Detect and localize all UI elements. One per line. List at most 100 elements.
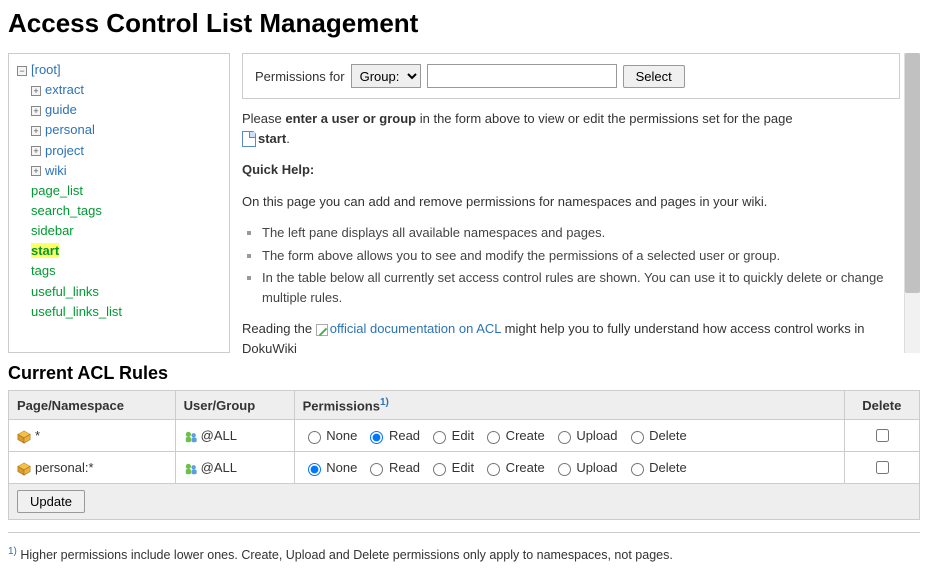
perm-option-read[interactable]: Read (365, 460, 420, 475)
expand-icon[interactable]: + (31, 146, 41, 156)
namespace-link[interactable]: personal (45, 122, 95, 137)
tree-root-label[interactable]: [root] (31, 62, 61, 77)
perm-option-edit[interactable]: Edit (428, 428, 474, 443)
delete-checkbox[interactable] (876, 461, 889, 474)
expand-icon[interactable]: + (31, 106, 41, 116)
tree-page-item[interactable]: tags (31, 261, 221, 281)
quick-help-intro: On this page you can add and remove perm… (242, 192, 900, 212)
divider (8, 532, 920, 533)
quick-help-item: The left pane displays all available nam… (262, 223, 900, 243)
namespace-link[interactable]: guide (45, 102, 77, 117)
update-row: Update (9, 484, 920, 520)
acl-header-row: Page/Namespace User/Group Permissions1) … (9, 391, 920, 420)
expand-icon[interactable]: + (31, 86, 41, 96)
usergroup-icon (184, 430, 198, 444)
page-icon (242, 131, 256, 147)
tree-page-item[interactable]: useful_links (31, 282, 221, 302)
page-link[interactable]: useful_links_list (31, 304, 122, 319)
cell-page: * (9, 420, 176, 452)
perm-radio[interactable] (308, 431, 321, 444)
collapse-icon[interactable]: − (17, 66, 27, 76)
footnote-ref[interactable]: 1) (380, 397, 389, 408)
tree-page-item[interactable]: search_tags (31, 201, 221, 221)
footnote: 1) Higher permissions include lower ones… (8, 546, 920, 562)
page-link[interactable]: useful_links (31, 284, 99, 299)
current-page-name: start (258, 131, 286, 146)
footnote-marker: 1) (8, 546, 17, 557)
page-title: Access Control List Management (8, 8, 920, 39)
tree-namespace-item[interactable]: + guide (31, 100, 221, 120)
scope-select[interactable]: Group: (351, 64, 421, 88)
permissions-form: Permissions for Group: Select (242, 53, 900, 99)
tree-page-item[interactable]: page_list (31, 181, 221, 201)
perm-option-read[interactable]: Read (365, 428, 420, 443)
principal-input[interactable] (427, 64, 617, 88)
tree-page-item[interactable]: useful_links_list (31, 302, 221, 322)
perm-radio[interactable] (487, 431, 500, 444)
namespace-link[interactable]: wiki (45, 163, 67, 178)
page-link[interactable]: tags (31, 263, 56, 278)
expand-icon[interactable]: + (31, 166, 41, 176)
namespace-link[interactable]: project (45, 143, 84, 158)
perm-option-create[interactable]: Create (482, 460, 545, 475)
tree-namespace-item[interactable]: + extract (31, 80, 221, 100)
perm-option-edit[interactable]: Edit (428, 460, 474, 475)
perm-radio[interactable] (433, 463, 446, 476)
right-panel: Permissions for Group: Select Please ent… (242, 53, 904, 353)
acl-table: Page/Namespace User/Group Permissions1) … (8, 390, 920, 520)
current-acl-heading: Current ACL Rules (8, 363, 920, 384)
col-page: Page/Namespace (9, 391, 176, 420)
cell-page: personal:* (9, 452, 176, 484)
tree-namespace-item[interactable]: + wiki (31, 161, 221, 181)
perm-option-upload[interactable]: Upload (553, 428, 618, 443)
namespace-tree: −[root] +extract+guide+personal+project+… (8, 53, 230, 353)
perm-option-delete[interactable]: Delete (626, 460, 687, 475)
cell-user: @ALL (175, 420, 294, 452)
tree-namespace-item[interactable]: + project (31, 141, 221, 161)
page-link[interactable]: sidebar (31, 223, 74, 238)
expand-icon[interactable]: + (31, 126, 41, 136)
tree-namespace-item[interactable]: + personal (31, 120, 221, 140)
table-row: *@ALL None Read Edit Create Upload Delet… (9, 420, 920, 452)
right-panel-wrap: Permissions for Group: Select Please ent… (242, 53, 920, 353)
perm-option-upload[interactable]: Upload (553, 460, 618, 475)
top-row: −[root] +extract+guide+personal+project+… (8, 53, 920, 353)
perm-option-none[interactable]: None (303, 428, 358, 443)
perm-radio[interactable] (370, 463, 383, 476)
delete-checkbox[interactable] (876, 429, 889, 442)
cell-user: @ALL (175, 452, 294, 484)
cell-permissions: None Read Edit Create Upload Delete (294, 420, 844, 452)
page-link[interactable]: start (31, 243, 59, 258)
namespace-link[interactable]: extract (45, 82, 84, 97)
tree-page-item[interactable]: sidebar (31, 221, 221, 241)
page-link[interactable]: page_list (31, 183, 83, 198)
quick-help-list: The left pane displays all available nam… (262, 223, 900, 307)
tree-page-item[interactable]: start (31, 241, 221, 261)
perm-radio[interactable] (631, 431, 644, 444)
scrollbar-thumb[interactable] (905, 53, 920, 293)
official-docs-link[interactable]: official documentation on ACL (330, 321, 501, 336)
cell-delete (844, 452, 919, 484)
namespace-icon (17, 430, 31, 444)
update-button[interactable]: Update (17, 490, 85, 513)
reading-doc-line: Reading the official documentation on AC… (242, 319, 900, 353)
perm-radio[interactable] (558, 463, 571, 476)
perm-radio[interactable] (308, 463, 321, 476)
perm-option-delete[interactable]: Delete (626, 428, 687, 443)
col-delete: Delete (844, 391, 919, 420)
perm-radio[interactable] (370, 431, 383, 444)
table-row: personal:*@ALL None Read Edit Create Upl… (9, 452, 920, 484)
perm-option-none[interactable]: None (303, 460, 358, 475)
col-permissions: Permissions1) (294, 391, 844, 420)
perm-radio[interactable] (631, 463, 644, 476)
edit-icon (316, 324, 328, 336)
cell-permissions: None Read Edit Create Upload Delete (294, 452, 844, 484)
perm-option-create[interactable]: Create (482, 428, 545, 443)
page-link[interactable]: search_tags (31, 203, 102, 218)
perm-radio[interactable] (433, 431, 446, 444)
tree-root-item[interactable]: −[root] +extract+guide+personal+project+… (17, 60, 221, 322)
scrollbar[interactable] (904, 53, 920, 353)
select-button[interactable]: Select (623, 65, 685, 88)
perm-radio[interactable] (487, 463, 500, 476)
perm-radio[interactable] (558, 431, 571, 444)
